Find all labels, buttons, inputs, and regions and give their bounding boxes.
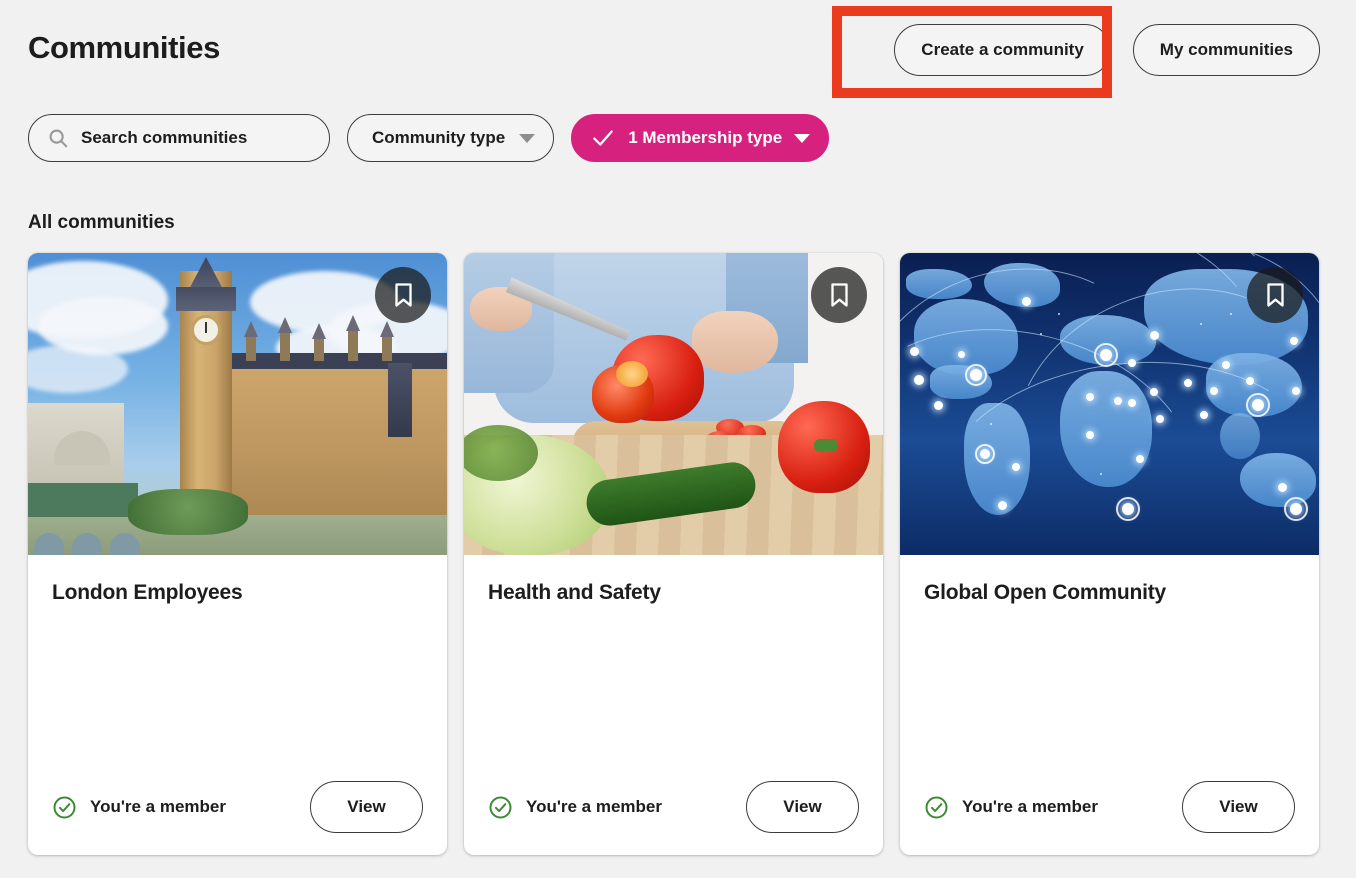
card-footer: You're a member View: [28, 759, 447, 855]
membership-type-label: 1 Membership type: [628, 128, 782, 148]
card-image-london: [28, 253, 447, 555]
page-header: Communities Create a community My commun…: [0, 0, 1356, 100]
card-image-world-map: [900, 253, 1319, 555]
membership-status-label: You're a member: [962, 797, 1098, 817]
search-icon: [47, 127, 69, 149]
community-type-label: Community type: [372, 128, 505, 148]
check-circle-icon: [924, 795, 949, 820]
bookmark-button[interactable]: [1247, 267, 1303, 323]
card-body: Global Open Community: [900, 555, 1319, 759]
card-body: Health and Safety: [464, 555, 883, 759]
membership-status-label: You're a member: [90, 797, 226, 817]
view-button[interactable]: View: [746, 781, 859, 833]
membership-status: You're a member: [924, 795, 1098, 820]
filter-row: Search communities Community type 1 Memb…: [28, 114, 829, 162]
card-image-kitchen: [464, 253, 883, 555]
header-actions: Create a community My communities: [894, 24, 1320, 76]
chevron-down-icon: [794, 134, 810, 143]
view-button[interactable]: View: [1182, 781, 1295, 833]
card-footer: You're a member View: [464, 759, 883, 855]
parliament-building: [224, 353, 447, 533]
chevron-down-icon: [519, 134, 535, 143]
bookmark-icon: [1265, 282, 1286, 308]
bookmark-icon: [829, 282, 850, 308]
card-footer: You're a member View: [900, 759, 1319, 855]
clock-face: [191, 315, 221, 345]
card-title: Health and Safety: [488, 581, 859, 605]
my-communities-button[interactable]: My communities: [1133, 24, 1320, 76]
view-button[interactable]: View: [310, 781, 423, 833]
community-card[interactable]: Health and Safety You're a member View: [464, 253, 883, 855]
membership-status-label: You're a member: [526, 797, 662, 817]
section-heading: All communities: [28, 212, 175, 234]
card-body: London Employees: [28, 555, 447, 759]
community-card[interactable]: London Employees You're a member View: [28, 253, 447, 855]
community-card-grid: London Employees You're a member View: [28, 253, 1319, 855]
search-placeholder: Search communities: [81, 128, 247, 148]
community-card[interactable]: Global Open Community You're a member Vi…: [900, 253, 1319, 855]
bookmark-button[interactable]: [375, 267, 431, 323]
search-input[interactable]: Search communities: [28, 114, 330, 162]
page-title: Communities: [28, 30, 220, 66]
bookmark-icon: [393, 282, 414, 308]
membership-status: You're a member: [488, 795, 662, 820]
create-a-community-button[interactable]: Create a community: [894, 24, 1111, 76]
membership-status: You're a member: [52, 795, 226, 820]
bookmark-button[interactable]: [811, 267, 867, 323]
check-icon: [590, 125, 616, 151]
community-type-filter[interactable]: Community type: [347, 114, 554, 162]
westminster-bridge: [28, 483, 138, 517]
card-title: London Employees: [52, 581, 423, 605]
check-circle-icon: [488, 795, 513, 820]
card-title: Global Open Community: [924, 581, 1295, 605]
membership-type-filter[interactable]: 1 Membership type: [571, 114, 829, 162]
check-circle-icon: [52, 795, 77, 820]
